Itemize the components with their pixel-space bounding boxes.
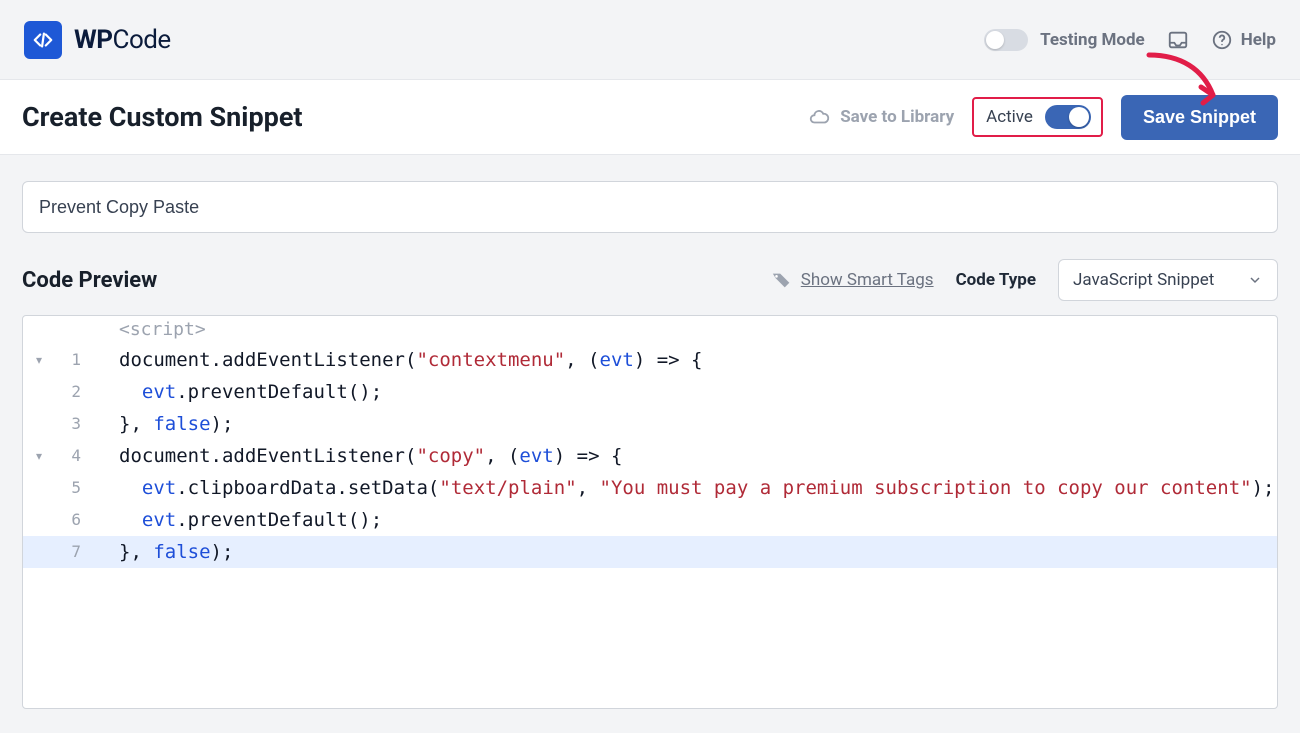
code-line[interactable]: 2 evt.preventDefault(); [23, 376, 1277, 408]
action-bar: Create Custom Snippet Save to Library Ac… [0, 80, 1300, 155]
line-number: 3 [55, 408, 91, 440]
code-editor-body: ▾1document.addEventListener("contextmenu… [23, 344, 1277, 568]
code-type-select[interactable]: JavaScript Snippet [1058, 259, 1278, 301]
page-title: Create Custom Snippet [22, 101, 303, 133]
brand-name: WPCode [74, 25, 171, 55]
fold-gutter[interactable]: ▾ [23, 344, 55, 376]
content-area: Code Preview Show Smart Tags Code Type J… [0, 155, 1300, 731]
code-line[interactable]: 6 evt.preventDefault(); [23, 504, 1277, 536]
chevron-down-icon [1247, 272, 1263, 288]
code-type-label: Code Type [956, 270, 1036, 290]
line-number: 2 [55, 376, 91, 408]
cloud-icon [808, 106, 830, 128]
fold-gutter[interactable]: ▾ [23, 440, 55, 472]
active-toggle-group: Active [972, 97, 1103, 137]
code-editor-empty-area[interactable] [23, 568, 1277, 708]
brand-name-rest: Code [113, 25, 171, 55]
code-text[interactable]: evt.clipboardData.setData("text/plain", … [91, 472, 1277, 504]
code-type-selected: JavaScript Snippet [1073, 270, 1214, 290]
code-line[interactable]: 7}, false); [23, 536, 1277, 568]
testing-mode-group: Testing Mode [984, 29, 1145, 51]
line-number: 1 [55, 344, 91, 376]
code-text[interactable]: evt.preventDefault(); [91, 376, 1277, 408]
save-snippet-button[interactable]: Save Snippet [1121, 95, 1278, 140]
brand-logo: WPCode [24, 21, 171, 59]
actionbar-right: Save to Library Active Save Snippet [808, 95, 1278, 140]
active-toggle[interactable] [1045, 105, 1091, 129]
save-to-library-label: Save to Library [840, 107, 954, 127]
code-preview-controls: Show Smart Tags Code Type JavaScript Sni… [771, 259, 1278, 301]
active-label: Active [986, 107, 1033, 127]
brand-name-bold: WP [74, 25, 113, 55]
inbox-icon[interactable] [1167, 29, 1189, 51]
code-editor-script-open-tag: <script> [23, 316, 1277, 344]
topbar-right: Testing Mode Help [984, 29, 1276, 51]
code-text[interactable]: }, false); [91, 408, 1277, 440]
help-link[interactable]: Help [1211, 29, 1276, 51]
code-text[interactable]: document.addEventListener("copy", (evt) … [91, 440, 1277, 472]
show-smart-tags-label: Show Smart Tags [801, 270, 934, 290]
code-line[interactable]: 3}, false); [23, 408, 1277, 440]
line-number: 4 [55, 440, 91, 472]
help-icon [1211, 29, 1233, 51]
brand-logo-mark [24, 21, 62, 59]
testing-mode-toggle[interactable] [984, 29, 1028, 51]
tags-icon [771, 269, 793, 291]
line-number: 6 [55, 504, 91, 536]
testing-mode-label: Testing Mode [1040, 30, 1145, 50]
top-bar: WPCode Testing Mode Help [0, 0, 1300, 80]
code-text[interactable]: }, false); [91, 536, 1277, 568]
code-text[interactable]: evt.preventDefault(); [91, 504, 1277, 536]
show-smart-tags-link[interactable]: Show Smart Tags [771, 269, 934, 291]
line-number: 5 [55, 472, 91, 504]
save-to-library-button[interactable]: Save to Library [808, 106, 954, 128]
help-label: Help [1241, 30, 1276, 50]
line-number: 7 [55, 536, 91, 568]
code-line[interactable]: 5 evt.clipboardData.setData("text/plain"… [23, 472, 1277, 504]
code-line[interactable]: ▾4document.addEventListener("copy", (evt… [23, 440, 1277, 472]
code-editor[interactable]: <script> ▾1document.addEventListener("co… [22, 315, 1278, 709]
code-icon [32, 29, 54, 51]
code-text[interactable]: document.addEventListener("contextmenu",… [91, 344, 1277, 376]
code-line[interactable]: ▾1document.addEventListener("contextmenu… [23, 344, 1277, 376]
code-preview-header: Code Preview Show Smart Tags Code Type J… [22, 259, 1278, 301]
snippet-title-input[interactable] [22, 181, 1278, 233]
code-preview-title: Code Preview [22, 268, 157, 293]
